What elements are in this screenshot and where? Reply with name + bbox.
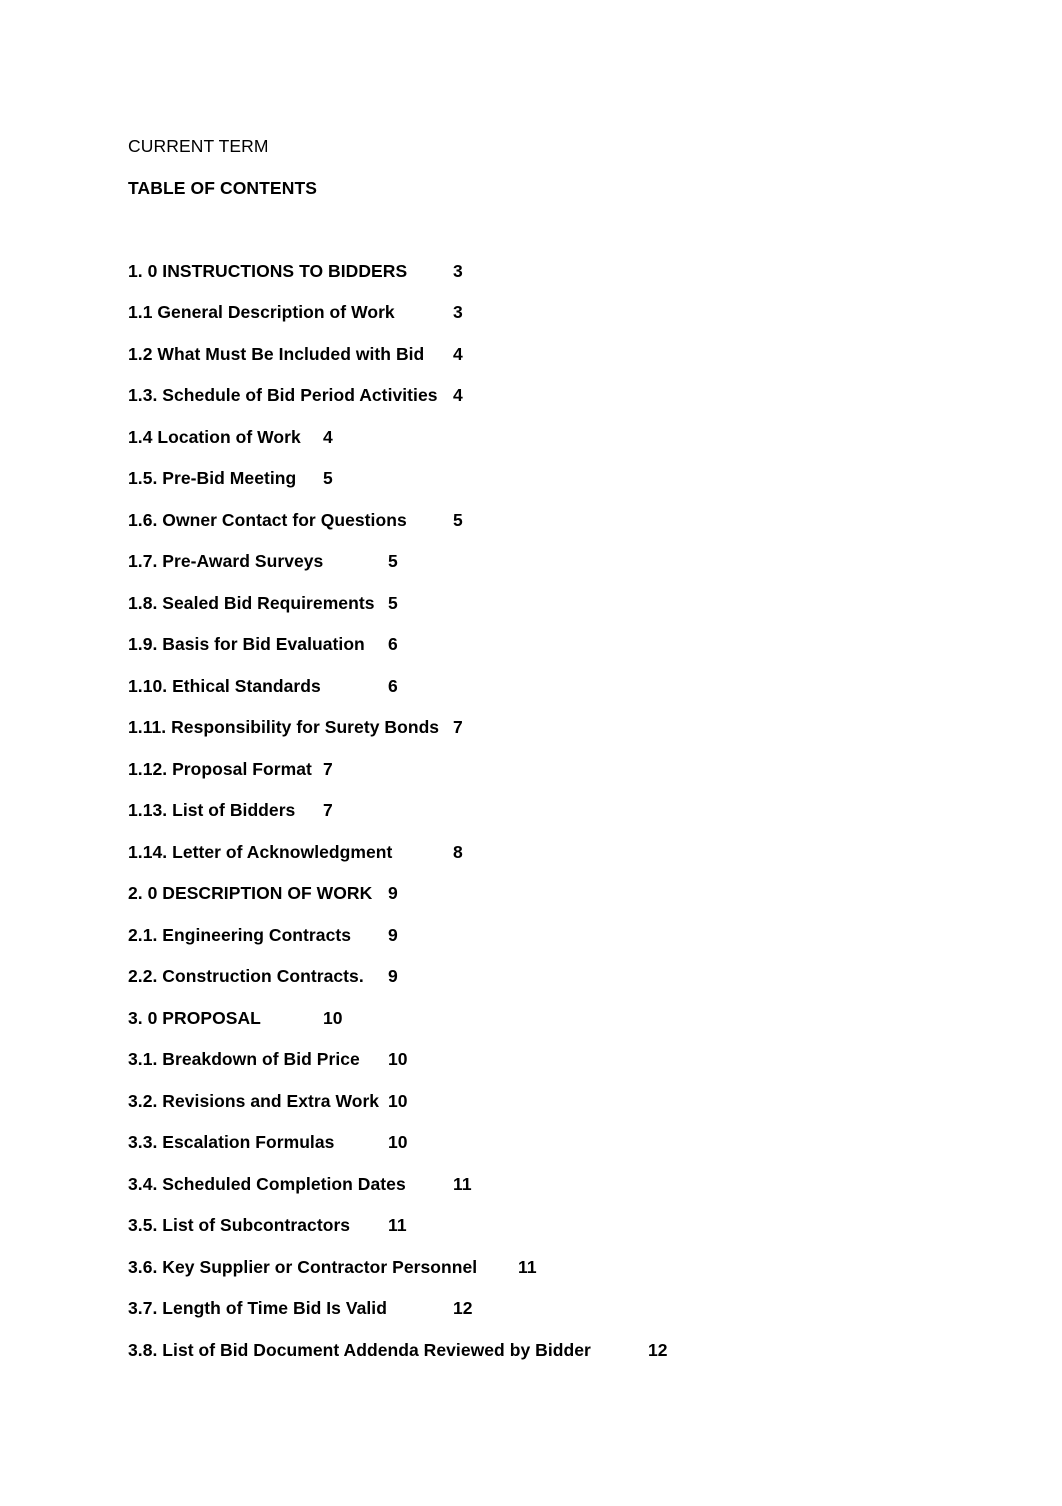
toc-entry[interactable]: 3.5. List of Subcontractors 11 — [128, 1205, 988, 1247]
toc-entry-page-number: 11 — [518, 1256, 537, 1277]
toc-entry-page-number: 5 — [388, 592, 398, 613]
toc-entry-title: 2. 0 DESCRIPTION OF WORK — [128, 883, 373, 903]
toc-entry-page-number: 11 — [388, 1215, 407, 1235]
toc-entry-title: 1.3. Schedule of Bid Period Activities — [128, 385, 438, 405]
toc-entry[interactable]: 1.5. Pre-Bid Meeting 5 — [128, 458, 988, 500]
toc-entry-page-number: 10 — [388, 1132, 408, 1152]
toc-entry-page-number: 6 — [388, 675, 398, 696]
page-title: TABLE OF CONTENTS — [128, 177, 318, 198]
toc-entry-page-number: 9 — [388, 883, 398, 903]
toc-entry-title: 3.4. Scheduled Completion Dates — [128, 1173, 406, 1194]
toc-entry-page-number: 7 — [323, 800, 333, 820]
toc-entry[interactable]: 3.6. Key Supplier or Contractor Personne… — [128, 1247, 988, 1289]
toc-entry[interactable]: 1.3. Schedule of Bid Period Activities 4 — [128, 375, 988, 417]
document-body: CURRENT TERM TABLE OF CONTENTS 1. 0 INST… — [128, 126, 988, 1371]
toc-entry[interactable]: 1.8. Sealed Bid Requirements 5 — [128, 583, 988, 625]
toc-entry-title: 1.13. List of Bidders — [128, 800, 296, 820]
toc-entry-page-number: 3 — [453, 260, 463, 281]
toc-entry[interactable]: 1.4 Location of Work 4 — [128, 417, 988, 459]
toc-entry-page-number: 10 — [323, 1007, 343, 1028]
toc-entry-title: 3.3. Escalation Formulas — [128, 1132, 335, 1152]
toc-entry[interactable]: 1.6. Owner Contact for Questions 5 — [128, 500, 988, 542]
toc-entry-title: 1.11. Responsibility for Surety Bonds — [128, 717, 440, 737]
toc-entry-page-number: 5 — [388, 551, 398, 571]
toc-entry[interactable]: 2.1. Engineering Contracts 9 — [128, 915, 988, 957]
toc-entry-page-number: 12 — [453, 1298, 473, 1318]
toc-entry-title: 1.14. Letter of Acknowledgment — [128, 841, 393, 862]
toc-entry-title: 3.6. Key Supplier or Contractor Personne… — [128, 1256, 478, 1277]
table-of-contents-list: 1. 0 INSTRUCTIONS TO BIDDERS 3 1.1 General… — [128, 251, 988, 1372]
toc-entry[interactable]: 1.13. List of Bidders 7 — [128, 790, 988, 832]
toc-entry-title: 1.12. Proposal Format — [128, 758, 312, 779]
toc-entry[interactable]: 1.7. Pre-Award Surveys 5 — [128, 541, 988, 583]
toc-entry-page-number: 12 — [648, 1339, 668, 1360]
toc-entry-title: 3.5. List of Subcontractors — [128, 1215, 351, 1235]
toc-entry[interactable]: 3. 0 PROPOSAL 10 — [128, 998, 988, 1040]
toc-entry-title: 1.2 What Must Be Included with Bid — [128, 343, 425, 364]
toc-entry-title: 3.1. Breakdown of Bid Price — [128, 1049, 360, 1069]
toc-entry-page-number: 5 — [453, 509, 463, 530]
toc-entry[interactable]: 3.2. Revisions and Extra Work 10 — [128, 1081, 988, 1123]
toc-entry-page-number: 10 — [388, 1049, 408, 1069]
toc-entry-title: 1.8. Sealed Bid Requirements — [128, 592, 375, 613]
toc-entry-title: 1.7. Pre-Award Surveys — [128, 551, 324, 571]
toc-entry[interactable]: 2.2. Construction Contracts. 9 — [128, 956, 988, 998]
toc-entry-title: 2.2. Construction Contracts. — [128, 966, 364, 986]
toc-entry-title: 1.6. Owner Contact for Questions — [128, 509, 407, 530]
toc-entry[interactable]: 1.11. Responsibility for Surety Bonds 7 — [128, 707, 988, 749]
toc-entry-page-number: 11 — [453, 1173, 472, 1194]
toc-entry-title: 2.1. Engineering Contracts — [128, 924, 352, 945]
toc-entry-page-number: 3 — [453, 302, 463, 322]
toc-entry-page-number: 7 — [453, 717, 463, 737]
toc-entry-page-number: 6 — [388, 634, 398, 654]
toc-entry[interactable]: 3.8. List of Bid Document Addenda Review… — [128, 1330, 988, 1372]
blank-spacer-line — [128, 209, 988, 251]
toc-entry[interactable]: 2. 0 DESCRIPTION OF WORK 9 — [128, 873, 988, 915]
toc-entry-page-number: 7 — [323, 758, 333, 779]
toc-entry[interactable]: 1.2 What Must Be Included with Bid 4 — [128, 334, 988, 376]
toc-entry[interactable]: 1.10. Ethical Standards 6 — [128, 666, 988, 708]
header-current-term: CURRENT TERM — [128, 136, 269, 156]
toc-entry-title: 3. 0 PROPOSAL — [128, 1007, 261, 1028]
toc-entry-page-number: 4 — [323, 426, 333, 447]
toc-entry[interactable]: 1.14. Letter of Acknowledgment 8 — [128, 832, 988, 874]
toc-entry[interactable]: 1. 0 INSTRUCTIONS TO BIDDERS 3 — [128, 251, 988, 293]
toc-entry-title: 1. 0 INSTRUCTIONS TO BIDDERS — [128, 260, 408, 281]
toc-entry-page-number: 9 — [388, 966, 398, 986]
toc-entry-title: 1.1 General Description of Work — [128, 302, 395, 322]
toc-entry[interactable]: 1.9. Basis for Bid Evaluation 6 — [128, 624, 988, 666]
toc-entry-page-number: 4 — [453, 385, 463, 405]
toc-entry[interactable]: 1.12. Proposal Format 7 — [128, 749, 988, 791]
toc-entry-page-number: 4 — [453, 343, 463, 364]
toc-entry[interactable]: 3.3. Escalation Formulas 10 — [128, 1122, 988, 1164]
toc-entry-title: 3.8. List of Bid Document Addenda Review… — [128, 1339, 591, 1360]
document-page: CURRENT TERM TABLE OF CONTENTS 1. 0 INST… — [0, 0, 1062, 1506]
toc-entry-title: 1.10. Ethical Standards — [128, 675, 321, 696]
toc-entry[interactable]: 1.1 General Description of Work 3 — [128, 292, 988, 334]
toc-entry-title: 3.2. Revisions and Extra Work — [128, 1090, 380, 1111]
toc-entry[interactable]: 3.7. Length of Time Bid Is Valid 12 — [128, 1288, 988, 1330]
toc-entry-page-number: 10 — [388, 1090, 408, 1111]
toc-entry-page-number: 5 — [323, 468, 333, 488]
toc-entry-title: 3.7. Length of Time Bid Is Valid — [128, 1298, 387, 1318]
toc-entry-title: 1.9. Basis for Bid Evaluation — [128, 634, 365, 654]
toc-entry[interactable]: 3.1. Breakdown of Bid Price 10 — [128, 1039, 988, 1081]
toc-entry[interactable]: 3.4. Scheduled Completion Dates 11 — [128, 1164, 988, 1206]
toc-entry-page-number: 9 — [388, 924, 398, 945]
toc-entry-title: 1.4 Location of Work — [128, 426, 301, 447]
toc-entry-title: 1.5. Pre-Bid Meeting — [128, 468, 297, 488]
toc-entry-page-number: 8 — [453, 841, 463, 862]
